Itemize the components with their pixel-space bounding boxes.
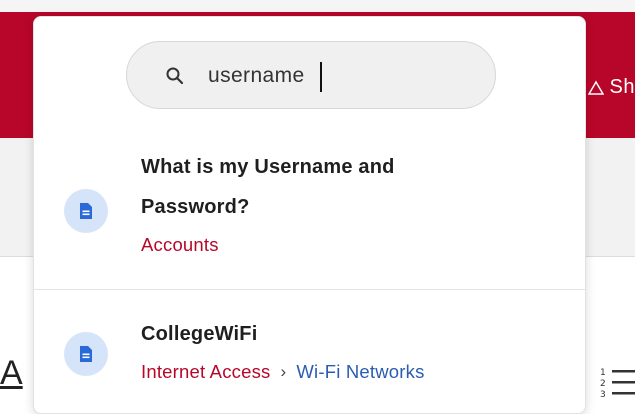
breadcrumb: Internet Access › Wi-Fi Networks <box>141 361 425 383</box>
document-icon <box>64 189 108 233</box>
header-link[interactable]: Sh <box>587 76 635 99</box>
search-dropdown: What is my Username and Password? Accoun… <box>33 16 586 414</box>
numbered-list-icon[interactable]: 1 2 3 <box>598 361 635 401</box>
search-icon <box>166 67 184 85</box>
header-link-label: Sh <box>609 76 635 98</box>
breadcrumb-category[interactable]: Accounts <box>141 234 219 256</box>
breadcrumb-subcategory[interactable]: Wi-Fi Networks <box>296 361 424 383</box>
breadcrumb-category[interactable]: Internet Access <box>141 361 270 383</box>
search-result[interactable]: CollegeWiFi Internet Access › Wi-Fi Netw… <box>34 289 585 413</box>
format-underline-button[interactable]: A <box>0 354 23 393</box>
result-title[interactable]: What is my Username and Password? <box>141 147 481 227</box>
warning-icon <box>587 80 604 95</box>
svg-text:3: 3 <box>600 390 606 400</box>
search-result[interactable]: What is my Username and Password? Accoun… <box>34 137 585 287</box>
document-icon <box>64 332 108 376</box>
svg-text:1: 1 <box>600 368 606 378</box>
search-input[interactable] <box>208 58 468 94</box>
chevron-right-icon: › <box>280 362 287 381</box>
svg-text:2: 2 <box>600 379 606 389</box>
result-title[interactable]: CollegeWiFi <box>141 314 257 354</box>
search-box[interactable] <box>126 41 496 109</box>
format-letter: A <box>0 354 23 392</box>
breadcrumb: Accounts <box>141 234 219 256</box>
text-cursor <box>320 62 322 92</box>
